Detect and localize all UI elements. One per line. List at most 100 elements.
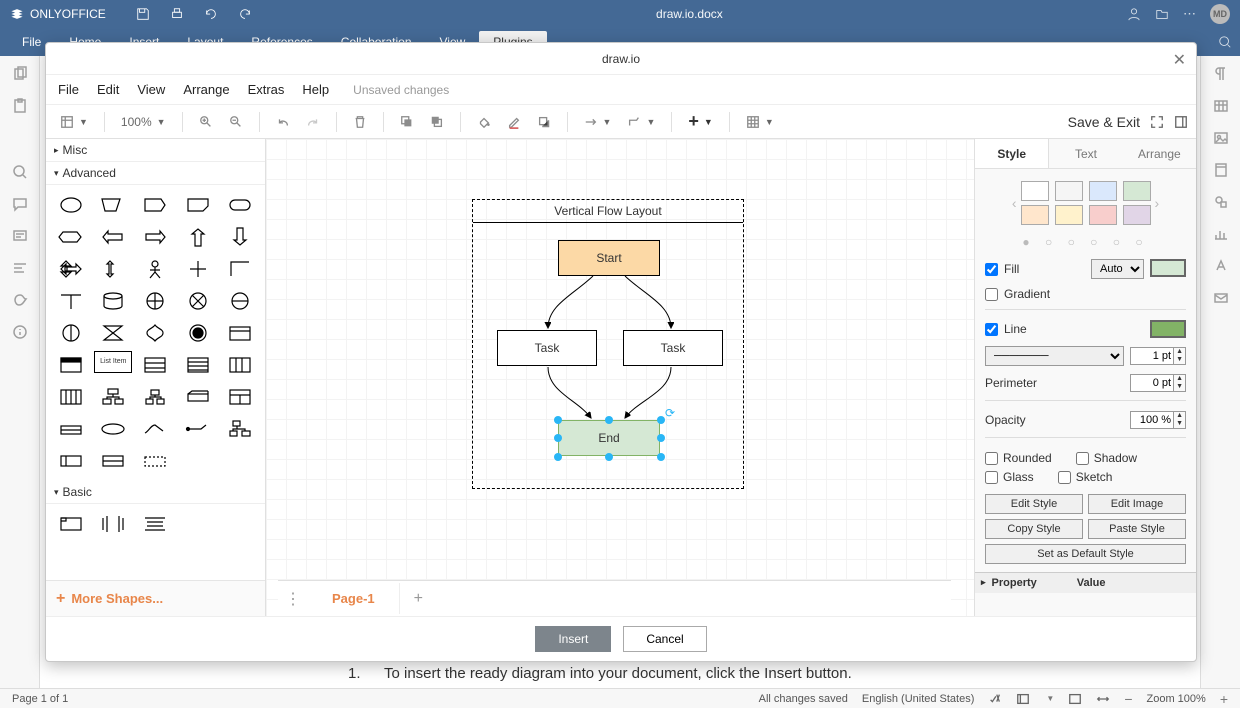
page-menu-icon[interactable]: ⋮ [278,589,308,609]
dio-menu-file[interactable]: File [58,82,79,97]
palette-pager[interactable]: ● ○ ○ ○ ○ ○ [985,235,1186,249]
paste-style-button[interactable]: Paste Style [1088,519,1186,539]
info-icon[interactable] [12,324,28,340]
shape-item[interactable] [221,287,259,315]
zoom-out-icon[interactable]: − [1124,691,1132,707]
waypoint-icon[interactable]: ▼ [621,111,661,133]
fill-mode-select[interactable]: Auto [1091,259,1144,279]
shape-item[interactable] [94,287,132,315]
shadow-checkbox[interactable] [1076,452,1089,465]
shape-item[interactable] [52,223,90,251]
status-lang[interactable]: English (United States) [862,693,975,705]
shape-item[interactable] [136,447,174,475]
zoom-in-tb-icon[interactable] [193,111,219,133]
shape-item[interactable] [52,415,90,443]
line-color-icon[interactable] [501,111,527,133]
save-icon[interactable] [136,7,150,21]
table-icon[interactable] [1213,98,1229,114]
shape-item[interactable] [179,287,217,315]
shadow-icon[interactable] [531,111,557,133]
shape-item[interactable] [52,383,90,411]
shape-item[interactable] [136,510,174,538]
shape-item[interactable] [52,319,90,347]
palette-swatch[interactable] [1021,205,1049,225]
image-icon[interactable] [1213,130,1229,146]
add-icon[interactable]: +▼ [682,107,718,136]
shape-item[interactable] [94,255,132,283]
set-default-button[interactable]: Set as Default Style [985,544,1186,564]
palette-prev-icon[interactable]: ‹ [1012,195,1017,211]
header-footer-icon[interactable] [1213,162,1229,178]
sketch-checkbox[interactable] [1058,471,1071,484]
line-width-input[interactable] [1130,347,1174,365]
mail-icon[interactable] [1213,290,1229,306]
palette-swatch[interactable] [1123,181,1151,201]
gradient-checkbox[interactable] [985,288,998,301]
opacity-input[interactable] [1130,411,1174,429]
dio-menu-edit[interactable]: Edit [97,82,119,97]
shape-item[interactable]: List Item [94,351,132,373]
spin-down-icon[interactable]: ▼ [1174,420,1185,428]
spin-down-icon[interactable]: ▼ [1174,383,1185,391]
shapes-section-basic[interactable]: ▾Basic [46,481,265,504]
fullscreen-icon[interactable] [1150,115,1164,129]
property-header[interactable]: ▸ Property Value [975,572,1196,593]
shape-item[interactable] [52,287,90,315]
shape-item[interactable] [221,319,259,347]
search-icon[interactable] [12,164,28,180]
textart-icon[interactable] [1213,258,1229,274]
shape-item[interactable] [179,383,217,411]
line-style-select[interactable]: ─────── [985,346,1124,366]
flow-container[interactable]: Vertical Flow Layout Start Task Task End… [472,199,744,489]
zoom-out-tb-icon[interactable] [223,111,249,133]
shape-item[interactable] [136,383,174,411]
insert-button[interactable]: Insert [535,626,611,652]
shape-item[interactable] [179,255,217,283]
connection-icon[interactable]: ▼ [578,111,618,133]
shape-item[interactable] [94,319,132,347]
shape-item[interactable] [221,191,259,219]
dialog-close-icon[interactable]: ✕ [1173,50,1186,70]
spin-up-icon[interactable]: ▲ [1174,348,1185,356]
copy-icon[interactable] [12,66,28,82]
shape-item[interactable] [94,510,132,538]
headings-icon[interactable] [12,260,28,276]
fit-icon[interactable] [1068,692,1082,706]
edit-style-button[interactable]: Edit Style [985,494,1083,514]
zoom-level[interactable]: 100%▼ [115,111,172,133]
dio-menu-extras[interactable]: Extras [248,82,285,97]
spellcheck-icon[interactable] [988,692,1002,706]
shape-item[interactable] [221,415,259,443]
shape-item[interactable] [179,415,217,443]
shape-item[interactable] [179,223,217,251]
spin-up-icon[interactable]: ▲ [1174,412,1185,420]
cancel-button[interactable]: Cancel [623,626,706,652]
paragraph-icon[interactable] [1213,66,1229,82]
dio-menu-help[interactable]: Help [302,82,329,97]
shape-item[interactable] [136,415,174,443]
shape-item[interactable] [52,255,90,283]
shape-icon[interactable] [1213,194,1229,210]
save-exit-button[interactable]: Save & Exit [1068,114,1140,130]
to-front-icon[interactable] [394,111,420,133]
feedback-icon[interactable] [12,292,28,308]
palette-swatch[interactable] [1089,181,1117,201]
shape-item[interactable] [136,255,174,283]
palette-swatch[interactable] [1055,181,1083,201]
paste-icon[interactable] [12,98,28,114]
shape-item[interactable] [52,447,90,475]
shape-item[interactable] [52,510,90,538]
shape-item[interactable] [221,351,259,379]
copy-style-button[interactable]: Copy Style [985,519,1083,539]
search-icon-header[interactable] [1218,35,1232,49]
more-shapes-button[interactable]: +More Shapes... [46,580,265,616]
avatar[interactable]: MD [1210,4,1230,24]
palette-next-icon[interactable]: › [1155,195,1160,211]
shape-item[interactable] [136,319,174,347]
view-dropdown[interactable]: ▼ [54,111,94,133]
fit-width-icon[interactable] [1096,692,1110,706]
shape-item[interactable] [136,191,174,219]
shape-item[interactable] [52,351,90,379]
shape-item[interactable] [136,351,174,379]
undo-tb-icon[interactable] [270,111,296,133]
